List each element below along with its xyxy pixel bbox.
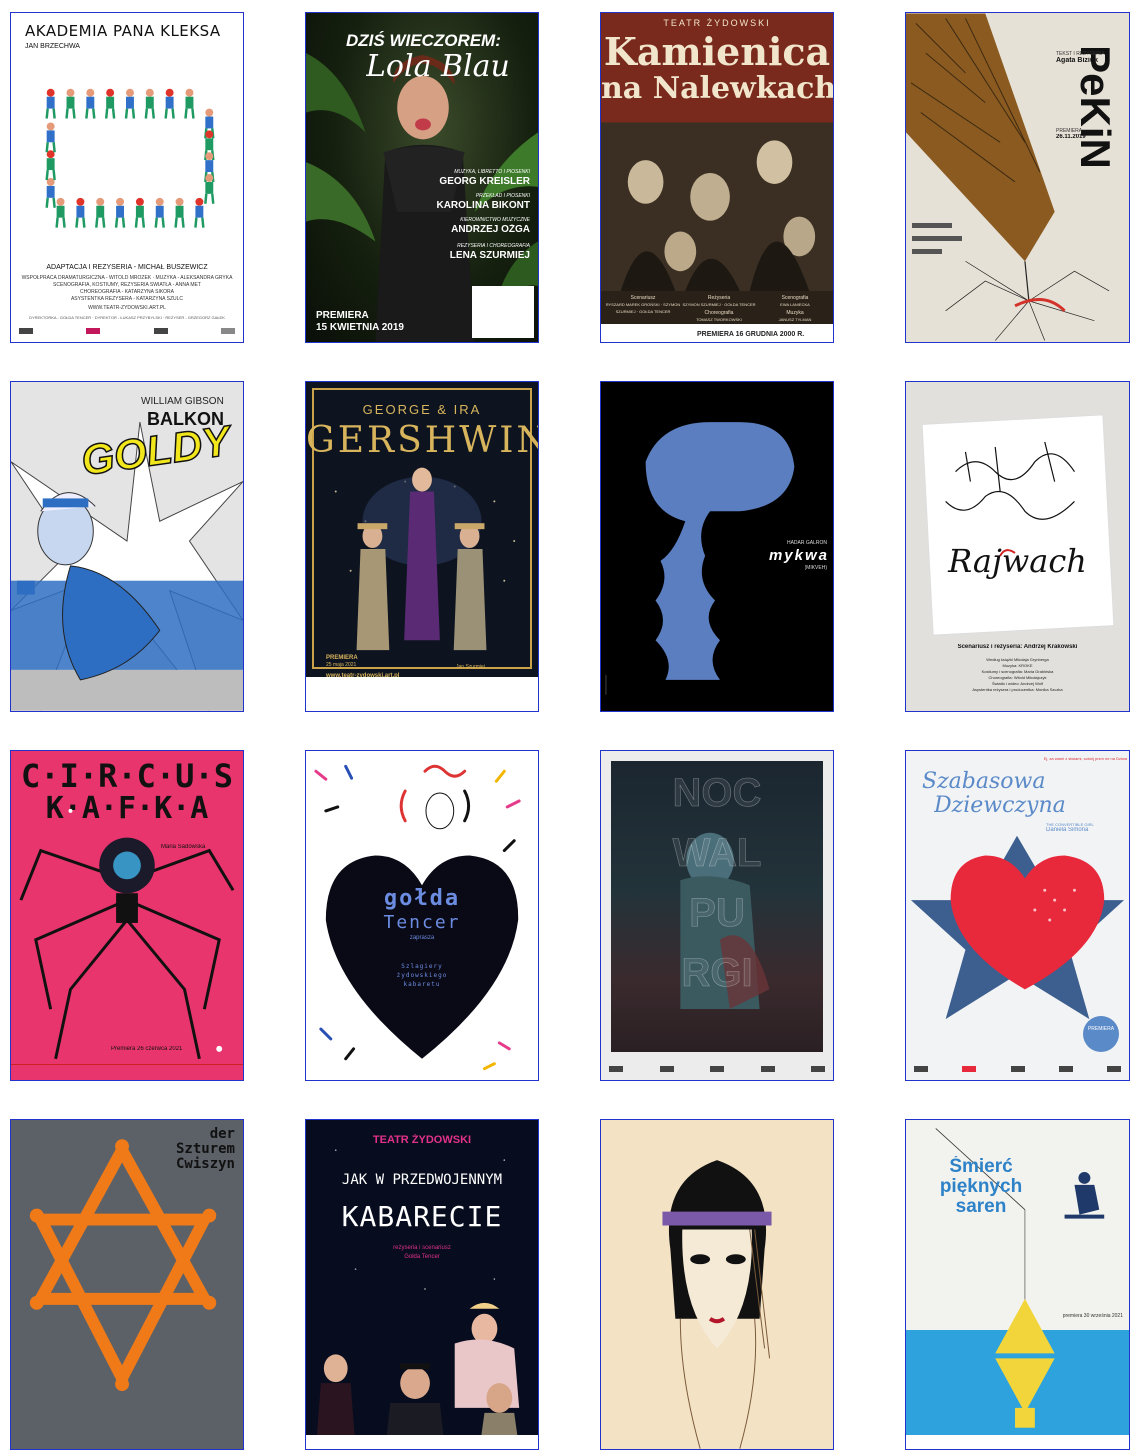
sponsor-logos <box>912 223 972 283</box>
arms-star-illustration <box>29 1139 217 1392</box>
credit-role: MUZYKA, LIBRETTO I PIOSENKI <box>454 169 530 175</box>
poster-credit-line: SCENOGRAFIA, KOSTIUMY, REŻYSERIA ŚWIATŁA… <box>53 282 201 288</box>
director-name: Maria Sadowska <box>161 844 206 850</box>
credit-name: JANUSZ TYLMAN <box>778 317 812 322</box>
poster-title: Rajwach <box>948 542 1087 580</box>
poster-akademia-pana-kleksa[interactable]: AKADEMIA PANA KLEKSA JAN BRZECHWA ADAPTA… <box>10 12 244 343</box>
sponsor-strip <box>306 677 538 711</box>
poster-name-line2: Tencer <box>383 912 461 933</box>
credit-name: SZYMON SZURMIEJ · GOŁDA TENCER <box>682 302 756 307</box>
poster-circus-kafka[interactable]: C·I·R·C·U·S K·A·F·K·A Maria Sadowska Pre… <box>10 750 244 1081</box>
poster-title: mykwa <box>768 547 829 564</box>
sponsor-strip <box>906 1435 1129 1449</box>
premiere-badge <box>1083 1016 1119 1052</box>
sponsor-strip <box>11 1064 243 1080</box>
poster-name-line1: gołda <box>383 886 461 911</box>
poster-noc-walpurgi[interactable]: NOC WAL PU RGI <box>600 750 834 1081</box>
credit-name: LENA SZURMIEJ <box>449 250 530 261</box>
poster-title-line2: Lola Blau <box>366 49 510 84</box>
credit-line: Asystentka reżysera i producentka: Monik… <box>972 687 1063 692</box>
director-name: Jan Szurmiej <box>456 664 485 670</box>
poster-title-line: WAL <box>672 831 762 876</box>
poster-subtitle-line2: żydowskiego <box>396 972 448 979</box>
poster-rajwach[interactable]: Rajwach Scenariusz i reżyseria: Andrzej … <box>905 381 1130 712</box>
poster-portrait-woman[interactable] <box>600 1119 834 1450</box>
sponsor-strip <box>306 1435 538 1449</box>
sponsor-panel <box>472 286 534 338</box>
poster-balkon-goldy[interactable]: WILLIAM GIBSON BALKON GOLDY <box>10 381 244 712</box>
poster-credit-main: Scenariusz i reżyseria: Andrzej Krakowsk… <box>957 644 1078 650</box>
poster-gershwin[interactable]: GEORGE & IRA GERSHWIN PREMIERA 25 maja 2… <box>305 381 539 712</box>
credit-name: KAROLINA BIKONT <box>436 200 530 211</box>
poster-photo: NOC WAL PU RGI <box>611 761 823 1052</box>
sponsor-logos <box>609 1064 825 1074</box>
poster-golda-tencer[interactable]: gołda Tencer zaprasza Szlagiery żydowski… <box>305 750 539 1081</box>
premiere: premiera 30 września 2021 <box>1062 1313 1123 1319</box>
poster-subtitle-line1: Szlagiery <box>401 963 443 970</box>
cabaret-performers-illustration <box>315 1149 520 1449</box>
poster-title-line3: saren <box>955 1196 1007 1217</box>
poster-credit-main: ADAPTACJA I REŻYSERIA - MICHAŁ BUSZEWICZ <box>46 264 208 271</box>
sponsor-logos <box>19 326 235 336</box>
credit-name: GEORG KREISLER <box>439 176 530 187</box>
credit-role: PRZEKŁAD I PIOSENKI <box>475 193 530 199</box>
poster-title-line: PU <box>689 891 745 936</box>
poster-lola-blau[interactable]: DZIŚ WIECZOREM: Lola Blau MUZYKA, LIBRET… <box>305 12 539 343</box>
credit-name: TOMASZ TWORKOWSKI <box>696 317 742 322</box>
poster-title-line1: DZIŚ WIECZOREM: <box>346 31 501 50</box>
sponsor-logos <box>914 1064 1121 1074</box>
lightbulb-spider-illustration <box>19 808 235 1072</box>
poster-kamienica-na-nalewkach[interactable]: TEATR ŻYDOWSKI Kamienica na Nalewkach Sc… <box>600 12 834 343</box>
poster-footer: DYREKTORKA - GOŁDA TENCER · DYREKTOR - Ł… <box>29 315 225 320</box>
premiere-date: 26.11.2019 <box>1056 134 1086 140</box>
poster-invites: zaprasza <box>409 935 435 941</box>
poster-title-line: NOC <box>672 771 762 816</box>
premiere: Premiera 26 czerwca 2021 <box>111 1046 183 1052</box>
credit-name: RYSZARD MAREK GROŃSKI · SZYMON SZURMIEJ … <box>605 302 681 314</box>
poster-mykwa[interactable]: HADAR GALRON mykwa (MIKVEH) <box>600 381 834 712</box>
poster-credit-line: WSPÓŁPRACA DRAMATURGICZNA - WITOLD MROZE… <box>21 275 233 281</box>
poster-subtitle-line3: kabaretu <box>403 981 441 988</box>
crowd-illustration <box>601 122 833 292</box>
poster-grid: AKADEMIA PANA KLEKSA JAN BRZECHWA ADAPTA… <box>0 0 1130 1450</box>
poster-title-line2: pięknych <box>939 1176 1023 1197</box>
director-name: Agata Biziuk <box>1056 57 1099 64</box>
premiere-label: PREMIERA <box>326 655 358 661</box>
poster-subtitle: (MIKVEH) <box>804 565 828 571</box>
credit-role: KIEROWNICTWO MUZYCZNE <box>460 217 530 223</box>
poster-szabasowa-dziewczyna[interactable]: Ej, za wami z siwiami, sośnij przm ne na… <box>905 750 1130 1081</box>
poster-der-szturem-cwiszyn[interactable]: der Szturem Cwiszyn <box>10 1119 244 1450</box>
poster-smierc-pieknych-saren[interactable]: Śmierć pięknych saren premiera 30 wrześn… <box>905 1119 1130 1450</box>
premiere-label: PREMIERA <box>1087 1026 1115 1032</box>
poster-jak-w-przedwojennym-kabarecie[interactable]: TEATR ŻYDOWSKI JAK W PRZEDWOJENNYM KABAR… <box>305 1119 539 1450</box>
woman-portrait-illustration <box>662 1160 772 1449</box>
poster-author: WILLIAM GIBSON <box>141 396 224 407</box>
credit-name: ANDRZEJ OŻGA <box>451 224 530 235</box>
poster-credit-line: CHOREOGRAFIA - KATARZYNA SIKORA <box>80 289 174 295</box>
credit-name: EWA LANIECKA <box>780 302 810 307</box>
poster-title-line1: Śmierć <box>949 1156 1013 1177</box>
poster-pekin[interactable]: PeKiN TEKST I REŻYSERIA Agata Biziuk PRE… <box>905 12 1130 343</box>
poster-title-line: RGI <box>681 951 753 996</box>
poster-credit-line: ASYSTENTKA REŻYSERA - KATARZYNA SZULC <box>70 296 184 302</box>
premiere: PREMIERA 16 GRUDNIA 2000 R. <box>697 331 805 338</box>
credit-role: REŻYSERIA I CHOREOGRAFIA <box>457 243 530 249</box>
poster-author: HADAR GALRON <box>786 540 827 546</box>
poster-website: WWW.TEATR-ZYDOWSKI.ART.PL <box>88 305 166 311</box>
